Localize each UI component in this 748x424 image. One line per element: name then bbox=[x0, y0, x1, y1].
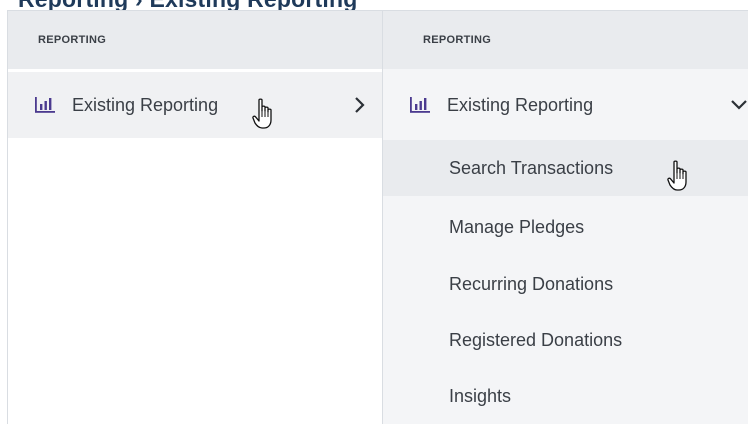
section-header-reporting: REPORTING bbox=[383, 11, 748, 69]
submenu-item-manage-pledges[interactable]: Manage Pledges bbox=[383, 199, 748, 255]
submenu-item-label: Search Transactions bbox=[449, 157, 614, 178]
submenu-item-registered-donations[interactable]: Registered Donations bbox=[383, 312, 748, 368]
nav-item-label: Existing Reporting bbox=[72, 94, 219, 115]
left-navigation-panel: REPORTING Existing Reporting bbox=[7, 10, 383, 424]
submenu-item-recurring-donations[interactable]: Recurring Donations bbox=[383, 256, 748, 312]
bar-chart-icon bbox=[410, 97, 430, 113]
submenu-item-label: Manage Pledges bbox=[449, 216, 585, 237]
section-header-reporting: REPORTING bbox=[8, 11, 382, 69]
nav-item-existing-reporting-expanded[interactable]: Existing Reporting bbox=[383, 72, 748, 138]
submenu-item-label: Recurring Donations bbox=[449, 273, 614, 294]
submenu-item-label: Insights bbox=[449, 385, 512, 406]
submenu-item-insights[interactable]: Insights bbox=[383, 368, 748, 424]
right-navigation-panel: REPORTING Existing Reporting Search Tran… bbox=[383, 10, 748, 424]
nav-item-label: Existing Reporting bbox=[447, 94, 594, 115]
top-cropped-title: Reporting › Existing Reporting bbox=[0, 0, 748, 10]
chevron-down-icon[interactable] bbox=[730, 99, 748, 111]
submenu-item-search-transactions[interactable]: Search Transactions bbox=[383, 140, 748, 196]
nav-item-existing-reporting[interactable]: Existing Reporting bbox=[8, 72, 382, 138]
bar-chart-icon bbox=[35, 97, 55, 113]
cropped-heading-fragment: Reporting › Existing Reporting bbox=[18, 0, 358, 10]
submenu-item-label: Registered Donations bbox=[449, 329, 623, 350]
chevron-right-icon[interactable] bbox=[352, 96, 366, 114]
